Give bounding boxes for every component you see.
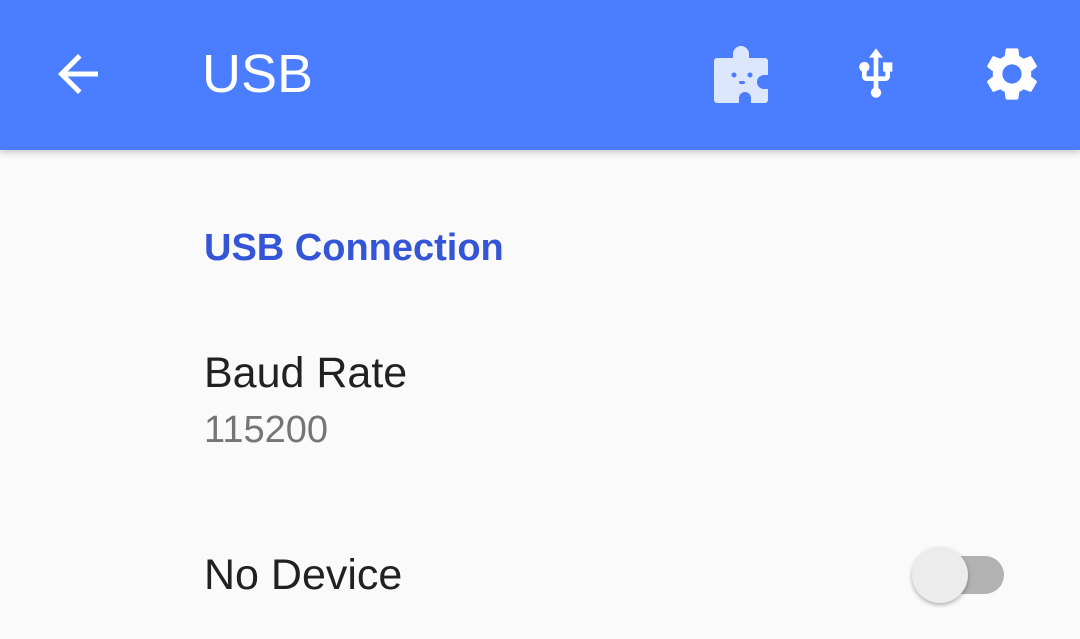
category-usb-connection: USB Connection	[204, 227, 504, 269]
baud-rate-value: 115200	[204, 409, 328, 451]
device-toggle-switch[interactable]	[912, 545, 1006, 605]
plugin-icon	[714, 46, 768, 103]
page-title: USB	[202, 44, 314, 104]
arrow-back-icon	[58, 54, 98, 94]
app-toolbar: USB	[0, 0, 1080, 150]
device-title: No Device	[204, 551, 403, 599]
baud-rate-title: Baud Rate	[204, 349, 408, 397]
switch-thumb	[912, 547, 968, 603]
usb-button[interactable]	[834, 32, 918, 116]
back-button[interactable]	[36, 32, 120, 116]
usb-icon	[859, 48, 893, 98]
plugin-button[interactable]	[699, 32, 783, 116]
baud-rate-preference[interactable]: Baud Rate 115200	[0, 322, 1080, 472]
gear-icon	[987, 48, 1037, 100]
settings-button[interactable]	[970, 32, 1054, 116]
